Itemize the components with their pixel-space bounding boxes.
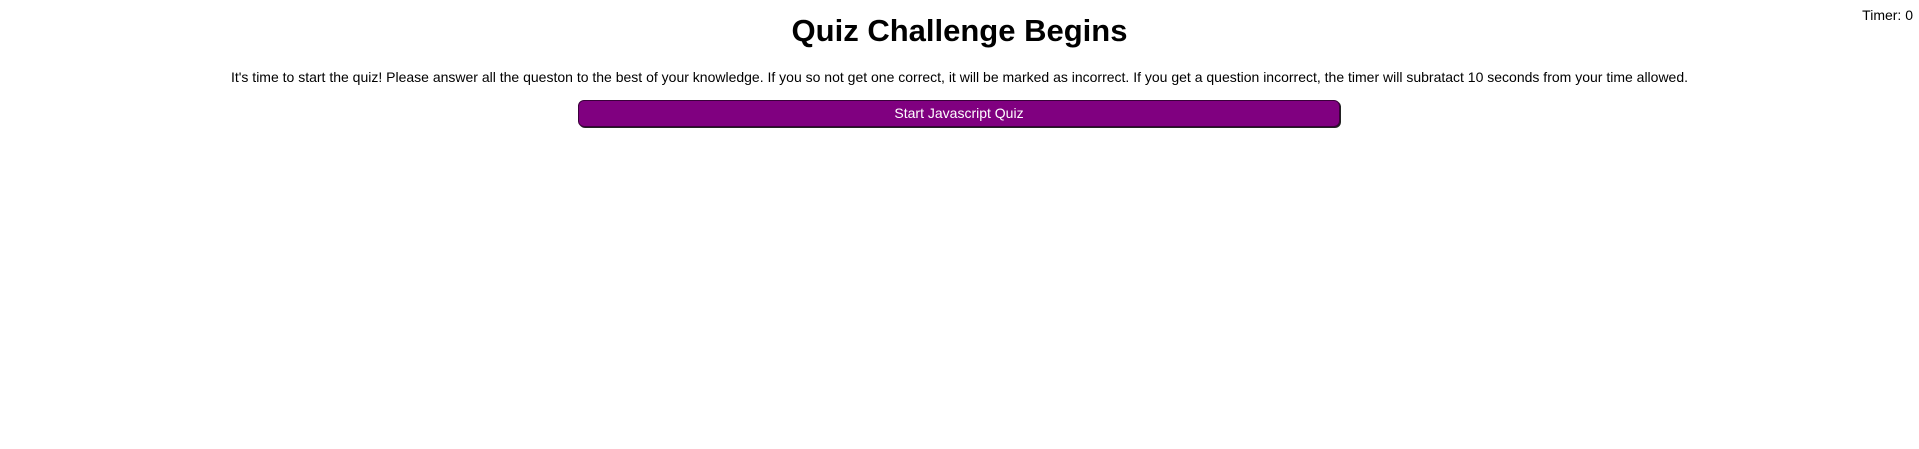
quiz-instructions: It's time to start the quiz! Please answ…: [230, 69, 1689, 85]
page-title: Quiz Challenge Begins: [791, 13, 1128, 48]
quiz-page: Timer: 0 Quiz Challenge Begins It's time…: [0, 0, 1919, 449]
start-quiz-button[interactable]: Start Javascript Quiz: [578, 100, 1340, 127]
